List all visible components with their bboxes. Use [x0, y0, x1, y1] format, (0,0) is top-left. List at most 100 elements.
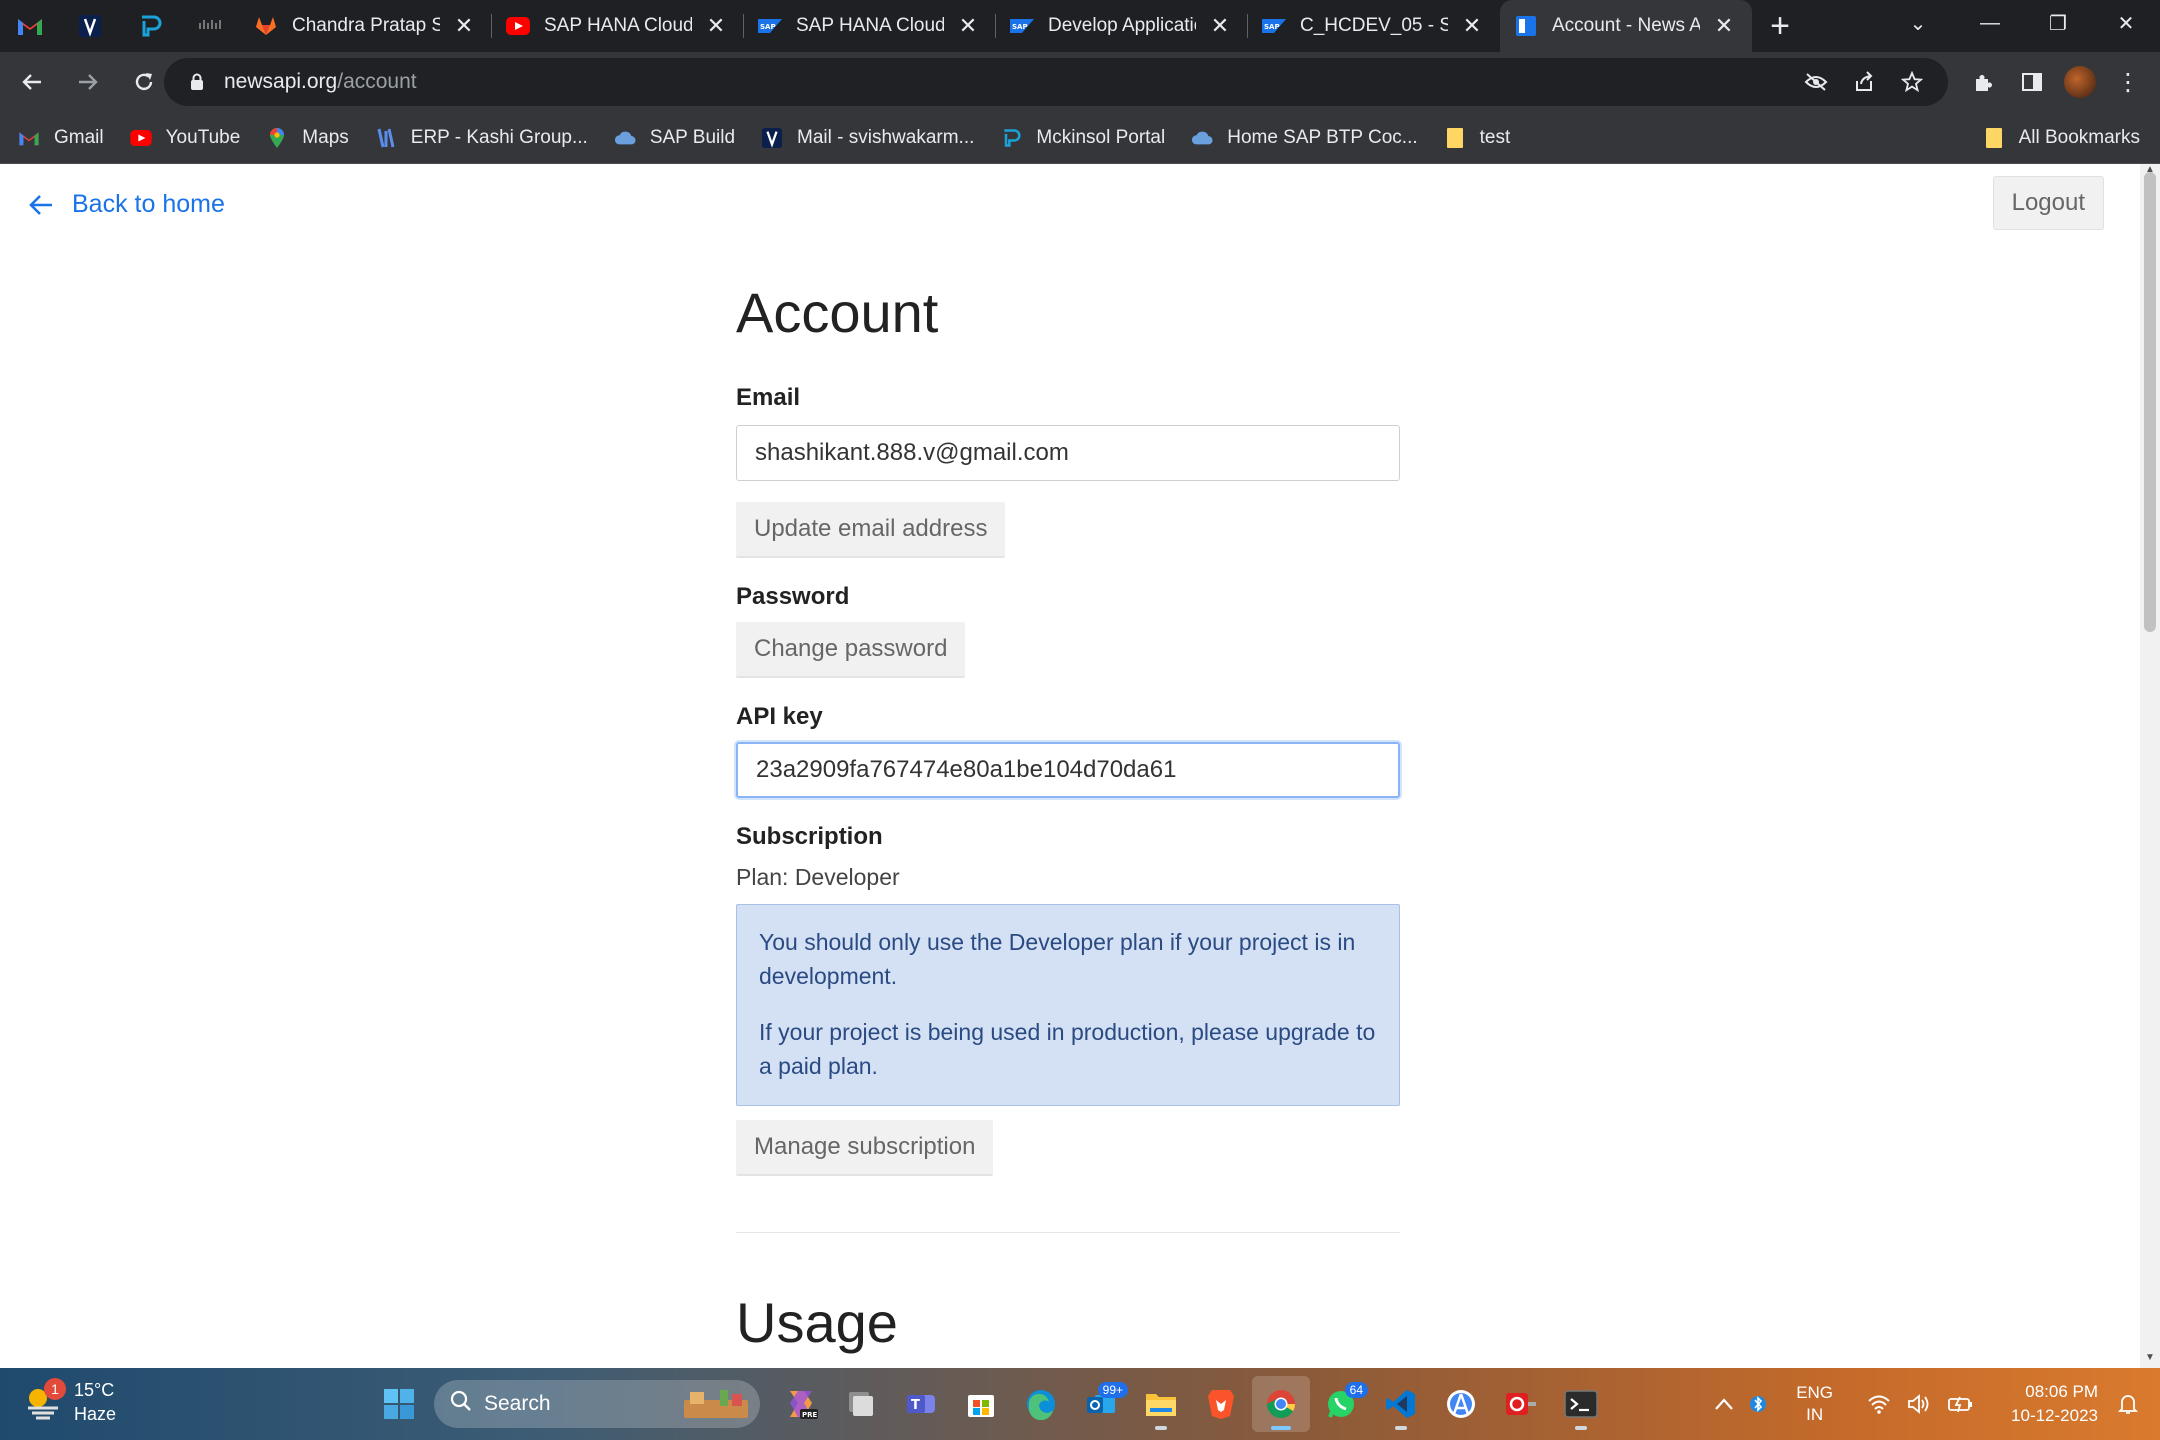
scroll-thumb[interactable] [2144, 172, 2156, 632]
extensions-icon[interactable] [1960, 58, 2008, 106]
bookmark-gmail[interactable]: Gmail [18, 127, 104, 149]
close-window-button[interactable]: ✕ [2092, 0, 2160, 46]
taskbar-android-studio[interactable] [1432, 1376, 1490, 1432]
bookmark-sap-btp[interactable]: Home SAP BTP Coc... [1191, 127, 1418, 149]
taskbar-vscode[interactable] [1372, 1376, 1430, 1432]
manage-subscription-button[interactable]: Manage subscription [736, 1120, 994, 1176]
taskbar-search[interactable]: Search [434, 1380, 760, 1428]
page-scrollbar[interactable]: ▲ ▼ [2140, 164, 2160, 1368]
minimize-button[interactable]: — [1956, 0, 2024, 46]
taskbar-store[interactable] [952, 1376, 1010, 1432]
browser-toolbar: newsapi.org/account ⋮ [0, 52, 2160, 112]
start-button[interactable] [370, 1376, 428, 1432]
logout-button[interactable]: Logout [1992, 176, 2104, 230]
taskbar-whatsapp[interactable]: 64 [1312, 1376, 1370, 1432]
tab-develop-applications[interactable]: SAP Develop Applicatio ✕ [996, 0, 1248, 52]
bookmark-label: YouTube [165, 126, 241, 148]
close-tab-icon[interactable]: ✕ [1206, 12, 1234, 40]
eye-off-icon[interactable] [1792, 58, 1840, 106]
bookmark-maps[interactable]: Maps [266, 127, 349, 149]
close-tab-icon[interactable]: ✕ [954, 12, 982, 40]
lock-icon[interactable] [186, 71, 208, 93]
all-bookmarks-button[interactable]: All Bookmarks [1985, 112, 2140, 164]
bluetooth-icon[interactable] [1750, 1393, 1767, 1415]
share-icon[interactable] [1840, 58, 1888, 106]
bookmark-mckinsol[interactable]: Mckinsol Portal [1000, 127, 1165, 149]
bookmark-erp[interactable]: ERP - Kashi Group... [375, 127, 588, 149]
new-tab-button[interactable]: + [1752, 0, 1808, 52]
notification-badge: 1 [44, 1378, 66, 1400]
plan-text: Plan: Developer [736, 864, 900, 890]
language-indicator[interactable]: ENG IN [1796, 1382, 1833, 1426]
close-tab-icon[interactable]: ✕ [450, 12, 478, 40]
taskbar-chrome[interactable] [1252, 1376, 1310, 1432]
bookmark-label: Mail - svishwakarm... [797, 126, 975, 148]
close-tab-icon[interactable]: ✕ [702, 12, 730, 40]
email-field[interactable]: shashikant.888.v@gmail.com [736, 425, 1400, 481]
change-password-button[interactable]: Change password [736, 622, 966, 678]
bookmark-sap-build[interactable]: SAP Build [614, 127, 735, 149]
close-tab-icon[interactable]: ✕ [1710, 12, 1738, 40]
close-tab-icon[interactable]: ✕ [1458, 12, 1486, 40]
taskbar-file-explorer[interactable] [1132, 1376, 1190, 1432]
taskbar-outlook[interactable]: 99+ [1072, 1376, 1130, 1432]
clock-date: 10-12-2023 [2011, 1406, 2098, 1425]
bookmark-label: Gmail [54, 126, 104, 148]
tab-sap-hana-1[interactable]: SAP HANA Cloud D ✕ [492, 0, 744, 52]
taskbar-teams[interactable]: T [892, 1376, 950, 1432]
weather-widget[interactable]: 1 15°C Haze [24, 1378, 116, 1426]
running-indicator [1271, 1426, 1291, 1430]
tab-chandra[interactable]: Chandra Pratap Sin ✕ [240, 0, 492, 52]
pinned-tab-mail[interactable] [60, 0, 120, 52]
taskbar-task-view[interactable] [832, 1376, 890, 1432]
pinned-tab-cisco[interactable] [180, 0, 240, 52]
bookmark-mail[interactable]: Mail - svishwakarm... [761, 127, 974, 149]
wifi-icon[interactable] [1867, 1394, 1891, 1414]
search-highlight-icon [680, 1386, 752, 1428]
taskbar-brave[interactable] [1192, 1376, 1250, 1432]
api-key-field[interactable]: 23a2909fa767474e80a1be104d70da61 [736, 742, 1400, 798]
forward-nav-button[interactable] [64, 58, 112, 106]
star-icon[interactable] [1888, 58, 1936, 106]
tab-sap-hana-2[interactable]: SAP SAP HANA Cloud 1 ✕ [744, 0, 996, 52]
reload-button[interactable] [120, 58, 168, 106]
address-bar[interactable]: newsapi.org/account [164, 58, 1948, 106]
email-label: Email [736, 384, 801, 411]
battery-icon[interactable] [1947, 1394, 1975, 1414]
clock-time: 08:06 PM [2025, 1382, 2098, 1401]
cisco-icon [199, 20, 221, 29]
tab-account-newsapi[interactable]: Account - News AP ✕ [1500, 0, 1752, 52]
profile-avatar-button[interactable] [2056, 58, 2104, 106]
side-panel-icon[interactable] [2008, 58, 2056, 106]
svg-text:T: T [911, 1398, 920, 1413]
taskbar-edge[interactable] [1012, 1376, 1070, 1432]
tab-strip: Chandra Pratap Sin ✕ SAP HANA Cloud D ✕ … [0, 0, 2160, 52]
back-to-home-link[interactable]: Back to home [28, 190, 225, 219]
taskbar-apps: Search PRE T 99+ 64 [370, 1376, 1612, 1432]
bookmark-test[interactable]: test [1444, 127, 1510, 149]
pinned-tab-gmail[interactable] [0, 0, 60, 52]
tab-c-hcdev[interactable]: SAP C_HCDEV_05 - SAP ✕ [1248, 0, 1500, 52]
more-menu-icon[interactable]: ⋮ [2104, 58, 2152, 106]
page-title: Account [736, 281, 939, 344]
bell-icon[interactable] [2118, 1393, 2138, 1415]
taskbar-red-app[interactable] [1492, 1376, 1550, 1432]
toolbar-right: ⋮ [1960, 58, 2152, 106]
clock[interactable]: 08:06 PM 10-12-2023 [2011, 1380, 2098, 1428]
taskbar-terminal[interactable] [1552, 1376, 1610, 1432]
folder-icon [1444, 127, 1466, 149]
volume-icon[interactable] [1907, 1394, 1931, 1414]
scroll-down-arrow[interactable]: ▼ [2140, 1352, 2160, 1368]
back-nav-button[interactable] [8, 58, 56, 106]
pinned-tab-portal[interactable] [120, 0, 180, 52]
update-email-button[interactable]: Update email address [736, 502, 1006, 558]
plus-icon: + [1770, 6, 1790, 45]
arrow-left-icon [29, 194, 52, 215]
chevron-up-icon[interactable] [1714, 1397, 1734, 1411]
pinned-tabs [0, 0, 240, 52]
running-indicator [1155, 1426, 1167, 1430]
taskbar-copilot-pre[interactable]: PRE [772, 1376, 830, 1432]
tab-search-button[interactable]: ⌄ [1890, 0, 1946, 46]
bookmark-youtube[interactable]: YouTube [129, 126, 241, 149]
restore-button[interactable]: ❐ [2024, 0, 2092, 46]
